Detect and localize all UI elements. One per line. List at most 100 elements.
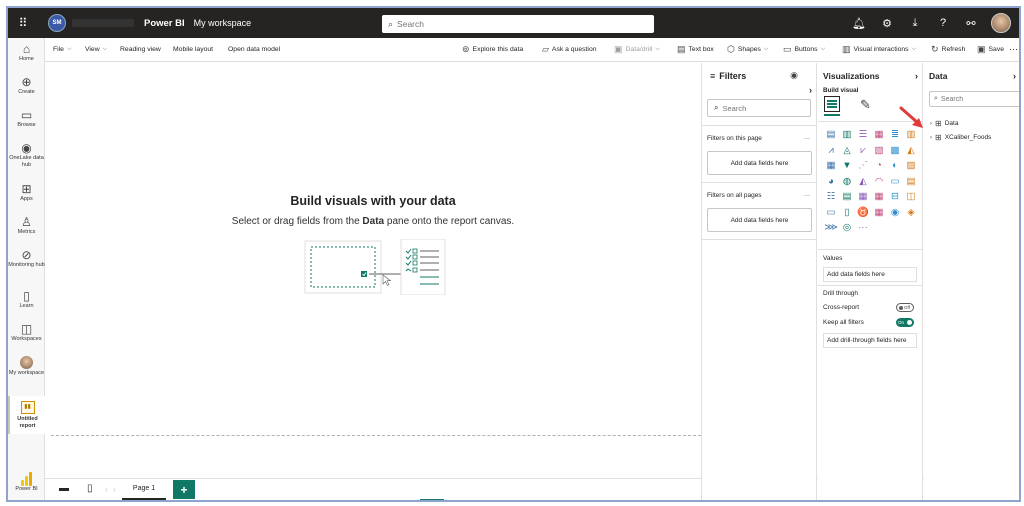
visual-type-24-icon[interactable]: ▤ — [903, 174, 919, 190]
cross-report-toggle[interactable]: Off — [896, 303, 914, 312]
refresh-button[interactable]: ↻ Refresh — [931, 44, 965, 55]
global-search-input[interactable] — [397, 19, 628, 29]
visual-type-32-icon[interactable]: ▯ — [839, 205, 855, 221]
values-drop-zone[interactable]: Add data fields here — [823, 267, 917, 282]
desktop-view-icon[interactable]: ▬ — [59, 483, 69, 494]
visual-type-21-icon[interactable]: ◭ — [855, 174, 871, 190]
file-menu[interactable]: File ⌵ — [53, 46, 72, 53]
nav-create[interactable]: ⊕ Create — [8, 75, 45, 96]
data-search-input[interactable] — [940, 95, 1013, 103]
nav-untitled-report[interactable]: ▮▮ Untitled report — [8, 396, 45, 434]
visual-type-20-icon[interactable]: ◍ — [839, 174, 855, 190]
visual-type-4-icon[interactable]: ▦ — [871, 127, 887, 143]
filters-search-input[interactable] — [722, 103, 803, 113]
nav-onelake[interactable]: ◉ OneLake data hub — [8, 141, 45, 169]
visual-type-15-icon[interactable]: ⋰ — [855, 158, 871, 174]
nav-my-workspace[interactable]: My workspace — [8, 356, 45, 377]
scroll-indicator[interactable] — [420, 499, 444, 500]
filters-page-more-icon[interactable]: ... — [804, 134, 810, 141]
visual-type-38-icon[interactable]: ◎ — [839, 220, 855, 236]
visual-type-16-icon[interactable]: ◔ — [871, 158, 887, 174]
help-icon[interactable]: ? — [929, 17, 957, 29]
collapse-visualizations-icon[interactable]: › — [915, 71, 918, 81]
nav-workspaces[interactable]: ◫ Workspaces — [8, 322, 45, 343]
drill-through-drop-zone[interactable]: Add drill-through fields here — [823, 333, 917, 348]
nav-powerbi[interactable]: Power BI — [8, 472, 45, 493]
nav-learn[interactable]: ▯ Learn — [8, 289, 45, 310]
open-data-model-button[interactable]: Open data model — [228, 46, 280, 53]
visual-type-9-icon[interactable]: ⩗ — [855, 143, 871, 159]
visual-type-18-icon[interactable]: ▨ — [903, 158, 919, 174]
keep-all-filters-toggle[interactable]: On — [896, 318, 914, 327]
visual-type-31-icon[interactable]: ▭ — [823, 205, 839, 221]
visual-type-12-icon[interactable]: ◭ — [903, 143, 919, 159]
data-search[interactable]: ⌕ — [929, 91, 1019, 107]
buttons-button[interactable]: ▭ Buttons ⌵ — [783, 44, 825, 55]
visual-type-2-icon[interactable]: ▥ — [839, 127, 855, 143]
visual-type-26-icon[interactable]: ▤ — [839, 189, 855, 205]
visual-type-11-icon[interactable]: ▩ — [887, 143, 903, 159]
visual-interactions-button[interactable]: ▥ Visual interactions ⌵ — [842, 44, 916, 55]
visual-type-10-icon[interactable]: ▧ — [871, 143, 887, 159]
report-canvas[interactable]: Build visuals with your data Select or d… — [45, 63, 701, 478]
visual-type-28-icon[interactable]: ▦ — [871, 189, 887, 205]
filters-search[interactable]: ⌕ — [707, 99, 811, 117]
global-search[interactable]: ⌕ — [382, 15, 654, 33]
visual-type-25-icon[interactable]: ☷ — [823, 189, 839, 205]
shapes-button[interactable]: ⬡ Shapes ⌵ — [727, 44, 768, 55]
visual-type-13-icon[interactable]: ▦ — [823, 158, 839, 174]
visual-type-33-icon[interactable]: ♉ — [855, 205, 871, 221]
collapse-data-icon[interactable]: › — [1013, 71, 1016, 81]
visual-type-3-icon[interactable]: ☰ — [855, 127, 871, 143]
filters-page-drop-zone[interactable]: Add data fields here — [707, 151, 812, 175]
page-tab-page-1[interactable]: Page 1 — [122, 479, 166, 500]
visual-type-1-icon[interactable]: ▤ — [823, 127, 839, 143]
reading-view-button[interactable]: Reading view — [120, 46, 161, 53]
nav-metrics[interactable]: ♙ Metrics — [8, 215, 45, 236]
visual-type-17-icon[interactable]: ◐ — [887, 158, 903, 174]
save-button[interactable]: ▣ Save — [977, 44, 1004, 55]
collapse-filters-icon[interactable]: › — [809, 85, 812, 95]
visual-type-35-icon[interactable]: ◉ — [887, 205, 903, 221]
nav-apps[interactable]: ⊞ Apps — [8, 182, 45, 203]
visual-type-19-icon[interactable]: ◕ — [823, 174, 839, 190]
nav-home[interactable]: ⌂ Home — [8, 42, 45, 63]
visual-type-14-icon[interactable]: ▼ — [839, 158, 855, 174]
eye-icon[interactable]: ◉ — [790, 70, 798, 81]
visual-type-27-icon[interactable]: ▦ — [855, 189, 871, 205]
visual-type-29-icon[interactable]: ⊟ — [887, 189, 903, 205]
visual-type-22-icon[interactable]: ◠ — [871, 174, 887, 190]
visual-type-34-icon[interactable]: ▦ — [871, 205, 887, 221]
view-menu[interactable]: View ⌵ — [85, 46, 107, 53]
table-item-xcaliber-foods[interactable]: › ⊞ XCaliber_Foods — [930, 133, 991, 142]
visual-type-23-icon[interactable]: ▭ — [887, 174, 903, 190]
add-page-button[interactable]: + — [173, 480, 195, 499]
gear-icon[interactable]: ⚙ — [873, 17, 901, 30]
download-icon[interactable]: ⤓ — [901, 17, 929, 30]
build-visual-tab[interactable] — [824, 96, 840, 112]
ask-question-button[interactable]: ▱ Ask a question — [542, 44, 597, 55]
chevron-right-icon[interactable]: › — [113, 485, 116, 494]
more-options-icon[interactable]: ⋯ — [1009, 44, 1018, 55]
brand-name[interactable]: Power BI — [144, 18, 185, 29]
visual-type-8-icon[interactable]: ◬ — [839, 143, 855, 159]
visual-type-37-icon[interactable]: ⋙ — [823, 220, 839, 236]
text-box-button[interactable]: ▤ Text box — [677, 44, 714, 55]
mobile-view-icon[interactable]: ▯ — [87, 483, 93, 494]
visual-type-7-icon[interactable]: ⩘ — [823, 143, 839, 159]
filters-all-drop-zone[interactable]: Add data fields here — [707, 208, 812, 232]
visual-type-30-icon[interactable]: ◫ — [903, 189, 919, 205]
format-visual-tab[interactable]: ✎ — [860, 97, 871, 113]
bell-icon[interactable]: 🔔︎ — [845, 17, 873, 30]
chevron-left-icon[interactable]: ‹ — [105, 485, 108, 494]
workspace-name[interactable]: My workspace — [194, 18, 252, 28]
nav-browse[interactable]: ▭ Browse — [8, 108, 45, 129]
app-launcher-icon[interactable]: ⠿ — [8, 8, 38, 38]
nav-monitoring[interactable]: ⊘ Monitoring hub — [8, 248, 45, 269]
explore-data-button[interactable]: ⊚ Explore this data — [462, 44, 523, 55]
table-item-data[interactable]: › ⊞ Data — [930, 119, 958, 128]
visual-type-39-icon[interactable]: ··· — [855, 220, 871, 236]
visual-type-36-icon[interactable]: ◈ — [903, 205, 919, 221]
mobile-layout-button[interactable]: Mobile layout — [173, 46, 213, 53]
share-icon[interactable]: ⚯ — [957, 17, 985, 30]
